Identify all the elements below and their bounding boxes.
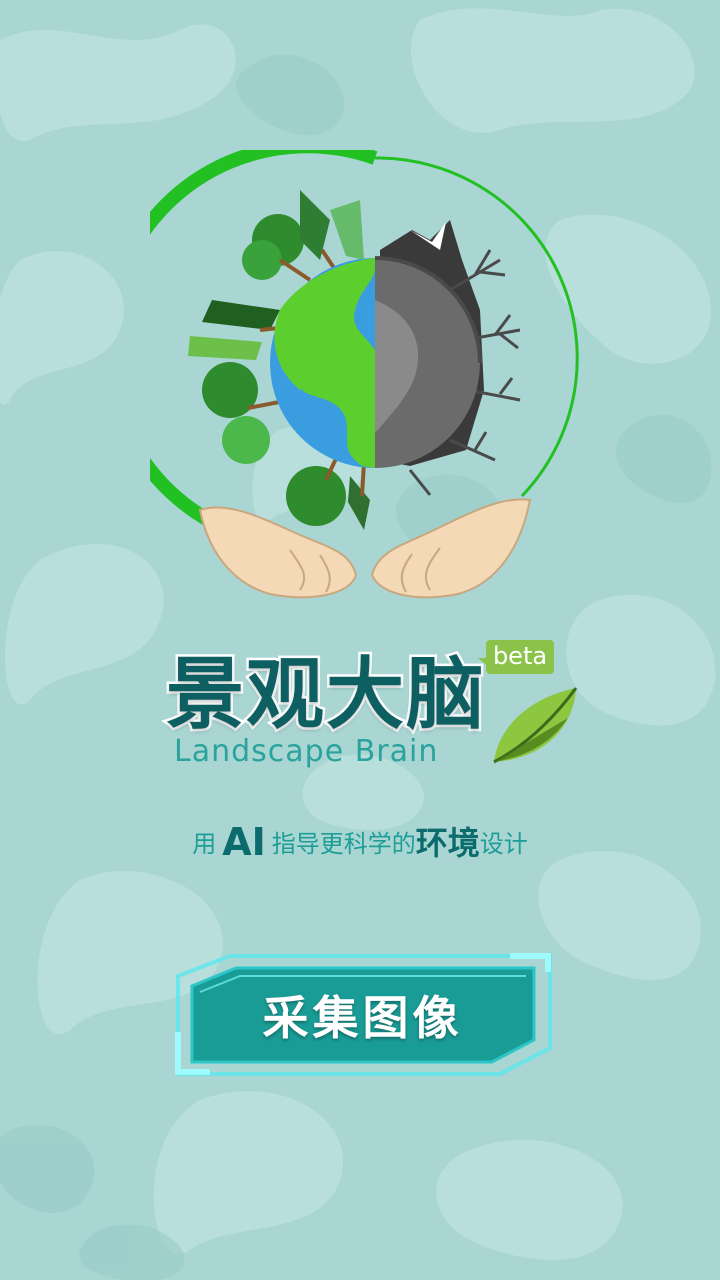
slogan-emphasis: 环境 [415,824,480,862]
slogan-suffix: 设计 [479,830,528,858]
slogan: 用 AI 指导更科学的环境设计 [0,818,720,864]
app-title-en: Landscape Brain [174,734,439,769]
app-title-cn: 景观大脑 [163,648,487,743]
slogan-ai: AI [222,820,266,864]
capture-image-button[interactable]: 采集图像 [170,952,555,1077]
app-title-block: 景观大脑 Landscape Brain beta [160,630,590,780]
beta-badge: beta [486,640,554,674]
capture-button-label: 采集图像 [262,991,463,1045]
slogan-prefix: 用 [192,830,217,858]
slogan-middle: 指导更科学的 [271,830,416,858]
earth-half-green-half-dead-icon [150,150,579,599]
leaf-icon [493,687,578,764]
